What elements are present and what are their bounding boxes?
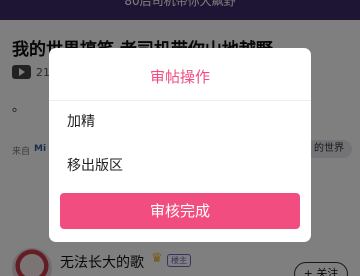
review-complete-button[interactable]: 审核完成 xyxy=(60,193,300,229)
dialog-title: 审帖操作 xyxy=(149,68,210,86)
dialog-divider xyxy=(49,100,311,101)
option-remove-from-section[interactable]: 移出版区 xyxy=(49,146,311,186)
moderation-dialog: 审帖操作 加精 移出版区 审核完成 xyxy=(49,48,311,242)
option-feature[interactable]: 加精 xyxy=(49,102,311,142)
